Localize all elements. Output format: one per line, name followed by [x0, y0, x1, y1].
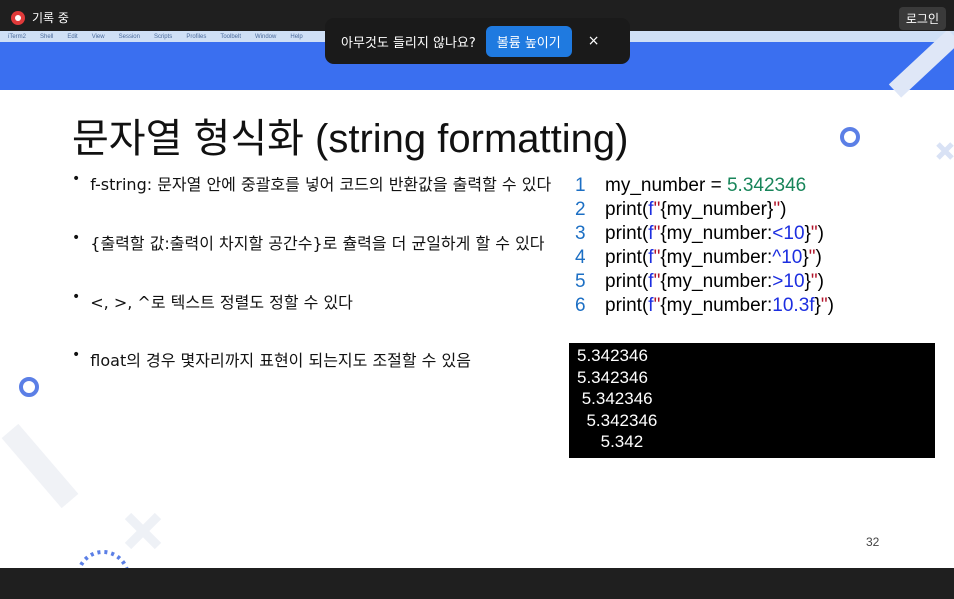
recording-indicator: 기록 중	[11, 9, 69, 26]
login-button[interactable]: 로그인	[898, 7, 946, 30]
toast-message: 아무것도 들리지 않나요?	[341, 35, 476, 51]
output-line: 5.342346	[577, 410, 658, 430]
output-terminal: 5.342346 5.342346 5.342346 5.342346 5.342	[569, 343, 935, 458]
page-number: 32	[866, 535, 880, 549]
code-line: 3 print(f"{my_number:<10}")	[575, 223, 824, 244]
close-icon[interactable]: ×	[588, 33, 600, 49]
slide-title: 문자열 형식화 (string formatting)	[72, 117, 629, 161]
bullet-item: • <, >, ^로 텍스트 정렬도 정할 수 있다	[72, 289, 353, 312]
volume-toast: 아무것도 들리지 않나요? 볼륨 높이기 ×	[325, 18, 630, 64]
output-line: 5.342346	[577, 346, 648, 365]
output-line: 5.342346	[577, 389, 653, 408]
bullet-item: • {출력할 값:출력이 차지할 공간수}로 츌력을 더 균일하게 할 수 있다	[72, 230, 545, 253]
plus-icon	[124, 512, 162, 550]
bullet-item: • float의 경우 몇자리까지 표현이 되는지도 조절할 수 있음	[72, 347, 471, 370]
bullet-item: • f-string: 문자열 안에 중괄호를 넣어 코드의 반환값을 출력할 수…	[72, 171, 552, 194]
plus-icon	[936, 142, 954, 160]
code-line: 1 my_number = 5.342346	[575, 175, 807, 196]
code-line: 6 print(f"{my_number:10.3f}")	[575, 295, 834, 316]
raise-volume-button[interactable]: 볼륨 높이기	[485, 25, 572, 57]
code-line: 4 print(f"{my_number:^10}")	[575, 247, 822, 268]
output-line: 5.342	[577, 432, 644, 451]
recording-label: 기록 중	[32, 11, 69, 25]
ring-icon	[19, 377, 39, 397]
code-block: 1 my_number = 5.342346 2 print(f"{my_numbe…	[575, 174, 834, 318]
stripe-decoration	[888, 31, 954, 98]
stripe-decoration	[1, 423, 79, 509]
ring-icon	[840, 127, 860, 147]
code-line: 2 print(f"{my_number}")	[575, 199, 787, 220]
dotted-ring-icon	[77, 550, 129, 568]
code-line: 5 print(f"{my_number:>10}")	[575, 271, 824, 292]
shared-slide: iTerm2 Shell Edit View Session Scripts P…	[0, 31, 954, 568]
record-icon	[11, 10, 25, 25]
output-line: 5.342346	[577, 367, 648, 387]
